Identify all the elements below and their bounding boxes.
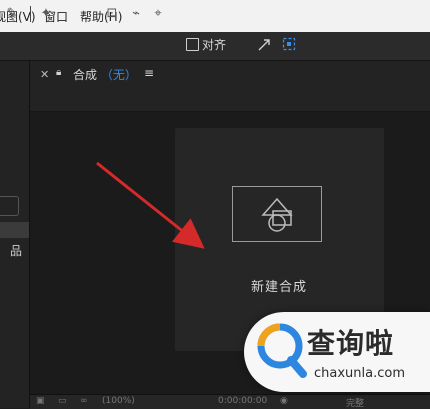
snap-options-icon[interactable] xyxy=(282,37,296,51)
project-column-header xyxy=(0,222,29,238)
puppet-tool-icon[interactable]: ⌖ xyxy=(150,6,166,22)
monitor-icon[interactable]: ▭ xyxy=(58,396,67,406)
magnifier-logo-icon xyxy=(257,323,307,378)
quality-dropdown[interactable]: 完整 xyxy=(346,396,364,409)
watermark-url: chaxunla.com xyxy=(314,366,405,381)
composition-tab[interactable]: 合成 （无） xyxy=(73,66,137,83)
snap-label: 对齐 xyxy=(202,38,227,52)
panel-menu-icon[interactable]: ≡ xyxy=(144,66,154,80)
pen-tool-icon[interactable]: ✎ xyxy=(4,6,20,22)
snapshot-icon[interactable]: ◉ xyxy=(280,396,288,406)
menu-bar: 视图(V) 窗口 帮助(H) xyxy=(0,0,430,32)
zoom-dropdown[interactable]: (100%) xyxy=(102,396,135,406)
roto-brush-icon[interactable]: ⊡ xyxy=(104,6,120,22)
watermark-text: 查询啦 xyxy=(307,327,395,360)
refine-edge-icon[interactable]: ⌁ xyxy=(128,6,144,22)
project-search-field[interactable] xyxy=(0,196,19,216)
snap-toggle-icon[interactable] xyxy=(257,38,271,52)
flowchart-icon[interactable]: 品 xyxy=(10,242,22,259)
preview-icon[interactable]: ▣ xyxy=(36,396,45,406)
snap-checkbox[interactable] xyxy=(186,38,199,51)
toolbar-divider xyxy=(30,6,31,22)
new-composition-icon xyxy=(232,186,322,242)
new-composition-label: 新建合成 xyxy=(250,280,307,295)
mask-icon[interactable]: ∞ xyxy=(80,396,88,406)
pin-tool-icon[interactable]: ✦ xyxy=(38,6,54,22)
lock-icon[interactable]: 🔒︎ xyxy=(56,67,61,78)
timecode[interactable]: 0:00:00:00 xyxy=(218,396,267,406)
close-icon[interactable]: ✕ xyxy=(40,68,49,81)
